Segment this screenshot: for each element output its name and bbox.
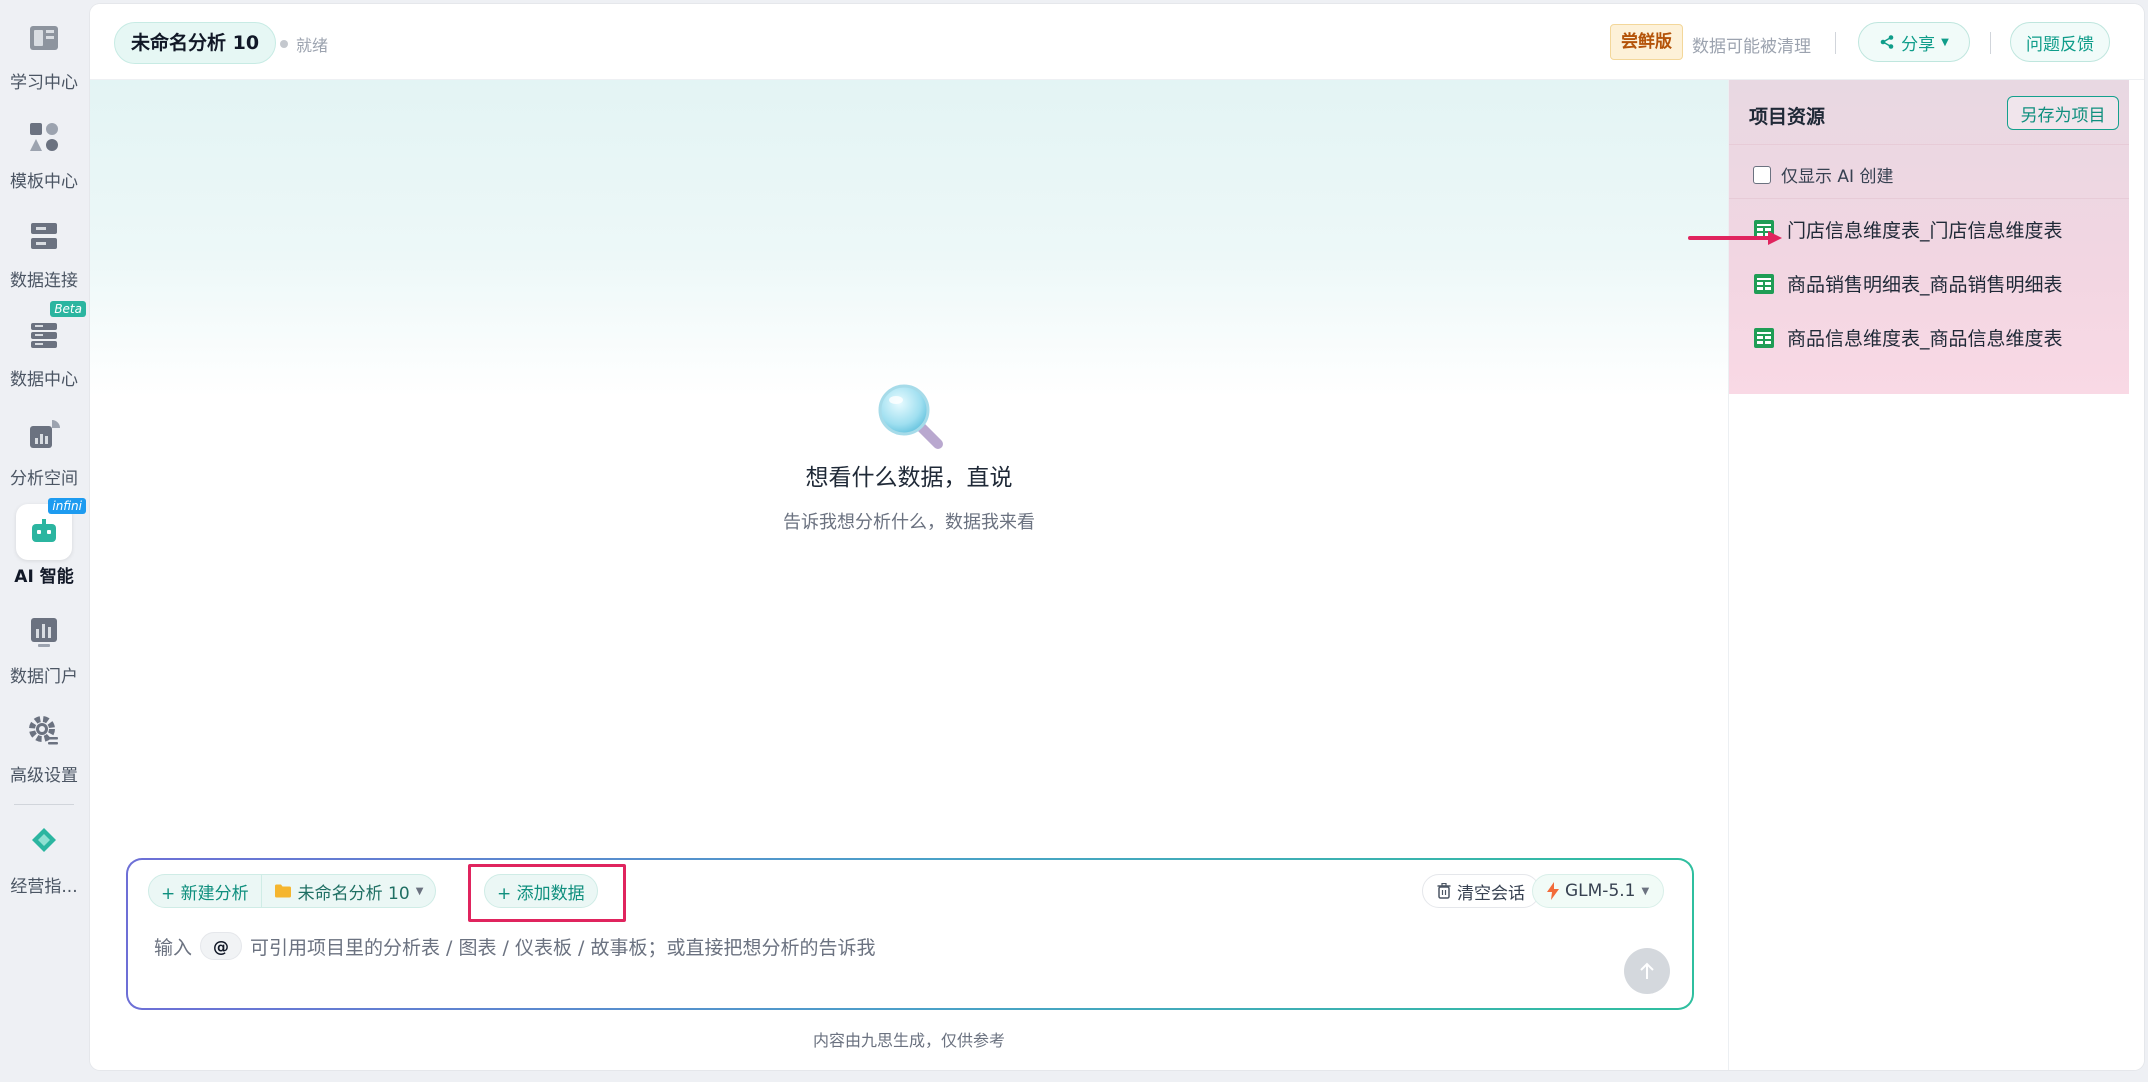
sidebar-item-advanced-settings[interactable]: 高级设置 <box>0 703 88 793</box>
top-bar: 未命名分析 10 就绪 尝鲜版 数据可能被清理 分享 ▼ 问题反馈 <box>90 4 2144 80</box>
infini-badge: infini <box>48 498 86 514</box>
spreadsheet-icon <box>1753 327 1775 349</box>
book-icon <box>16 10 72 66</box>
highlight-annotation-box <box>468 864 626 922</box>
prompt-prefix: 输入 <box>154 936 193 959</box>
chat-area: 想看什么数据，直说 告诉我想分析什么，数据我来看 + 新建分析 未命名分析 10… <box>90 80 1728 1070</box>
disclaimer-footnote: 内容由九思生成，仅供参考 <box>812 1031 1005 1050</box>
sidebar-item-template-center[interactable]: 模板中心 <box>0 109 88 199</box>
prompt-input[interactable]: 输入 @ 可引用项目里的分析表 / 图表 / 仪表板 / 故事板；或直接把想分析… <box>154 932 875 960</box>
share-button[interactable]: 分享 ▼ <box>1858 22 1970 62</box>
sidebar-item-label: 分析空间 <box>10 469 78 489</box>
project-name: 未命名分析 10 <box>297 883 410 904</box>
magnifier-icon <box>878 384 943 449</box>
resource-name: 门店信息维度表_门店信息维度表 <box>1787 220 2063 242</box>
left-sidebar: 学习中心 模板中心 数据连接 Beta 数据中心 分析空间 infini AI … <box>0 0 88 1082</box>
model-name: GLM-5.1 <box>1565 881 1636 901</box>
ai-only-filter[interactable]: 仅显示 AI 创建 <box>1753 162 1893 187</box>
main-window: 未命名分析 10 就绪 尝鲜版 数据可能被清理 分享 ▼ 问题反馈 想看什么数据… <box>90 4 2144 1070</box>
panel-divider <box>1729 144 2129 145</box>
diamond-logo-icon <box>16 814 72 870</box>
clear-chat-button[interactable]: 清空会话 <box>1422 874 1540 908</box>
sidebar-item-label: AI 智能 <box>14 567 74 587</box>
resource-item[interactable]: 商品销售明细表_商品销售明细表 <box>1753 270 2063 297</box>
resource-name: 商品销售明细表_商品销售明细表 <box>1787 274 2063 296</box>
folder-icon <box>274 884 291 898</box>
analysis-title[interactable]: 未命名分析 10 <box>114 22 277 64</box>
at-mention-badge: @ <box>200 932 243 960</box>
database-icon: Beta <box>16 301 86 363</box>
sidebar-item-analysis-space[interactable]: 分析空间 <box>0 406 88 496</box>
beta-badge: Beta <box>50 301 86 317</box>
bar-chart-icon <box>16 604 72 660</box>
trash-icon <box>1437 883 1451 899</box>
resource-item[interactable]: 门店信息维度表_门店信息维度表 <box>1753 216 2063 243</box>
composer-body: + 新建分析 未命名分析 10 ▼ + 添加数据 清空会话 GLM-5.1 ▼ … <box>128 860 1692 1008</box>
arrow-up-icon <box>1640 962 1654 979</box>
sidebar-item-label: 数据中心 <box>10 370 78 390</box>
panel-divider <box>1729 198 2129 199</box>
empty-state-title: 想看什么数据，直说 <box>805 465 1013 491</box>
share-label: 分享 <box>1901 34 1936 55</box>
sidebar-item-data-portal[interactable]: 数据门户 <box>0 604 88 694</box>
prompt-placeholder: 可引用项目里的分析表 / 图表 / 仪表板 / 故事板；或直接把想分析的告诉我 <box>250 936 876 959</box>
sidebar-item-label: 数据门户 <box>10 667 78 687</box>
spreadsheet-icon <box>1753 273 1775 295</box>
sidebar-item-label: 数据连接 <box>10 271 78 291</box>
send-button[interactable] <box>1624 948 1670 994</box>
header-divider <box>1990 32 1991 54</box>
lightning-icon <box>1547 882 1559 900</box>
feedback-button[interactable]: 问题反馈 <box>2010 22 2110 62</box>
sidebar-item-label: 模板中心 <box>10 172 78 192</box>
sidebar-item-label: 高级设置 <box>10 766 78 786</box>
clear-chat-label: 清空会话 <box>1457 883 1525 904</box>
project-resources-panel: 项目资源 另存为项目 仅显示 AI 创建 门店信息维度表_门店信息维度表 商品销… <box>1728 80 2144 1070</box>
sidebar-divider <box>14 804 74 805</box>
sidebar-item-learning-center[interactable]: 学习中心 <box>0 10 88 100</box>
save-as-project-button[interactable]: 另存为项目 <box>2007 96 2119 130</box>
filter-label: 仅显示 AI 创建 <box>1781 167 1894 187</box>
status-text: 就绪 <box>296 36 329 55</box>
status-indicator: 就绪 <box>280 32 328 56</box>
server-icon <box>16 208 72 264</box>
project-select[interactable]: 未命名分析 10 ▼ <box>260 875 436 907</box>
trial-badge: 尝鲜版 <box>1610 24 1683 60</box>
shapes-icon <box>16 109 72 165</box>
trial-note: 数据可能被清理 <box>1692 37 1811 57</box>
checkbox[interactable] <box>1753 165 1771 184</box>
gear-icon <box>16 703 72 759</box>
resources-section: 项目资源 另存为项目 仅显示 AI 创建 门店信息维度表_门店信息维度表 商品销… <box>1729 80 2129 394</box>
status-dot-icon <box>280 40 288 48</box>
analysis-chip-group: + 新建分析 未命名分析 10 ▼ <box>148 874 437 908</box>
empty-state-subtitle: 告诉我想分析什么，数据我来看 <box>783 512 1035 533</box>
resource-item[interactable]: 商品信息维度表_商品信息维度表 <box>1753 324 2063 351</box>
chat-composer: + 新建分析 未命名分析 10 ▼ + 添加数据 清空会话 GLM-5.1 ▼ … <box>126 858 1694 1010</box>
chart-pie-icon <box>16 406 72 462</box>
panel-title: 项目资源 <box>1749 106 1826 128</box>
robot-icon: infini <box>16 498 86 560</box>
chevron-down-icon: ▼ <box>1641 885 1650 897</box>
new-analysis-button[interactable]: + 新建分析 <box>149 875 261 907</box>
share-icon <box>1880 35 1894 49</box>
header-divider <box>1835 32 1836 54</box>
annotation-arrow-icon <box>1688 231 1782 245</box>
model-select[interactable]: GLM-5.1 ▼ <box>1532 874 1665 908</box>
chevron-down-icon: ▼ <box>415 885 424 897</box>
chevron-down-icon: ▼ <box>1941 36 1949 48</box>
sidebar-item-label: 经营指... <box>10 877 78 897</box>
sidebar-item-ai[interactable]: infini AI 智能 <box>0 498 88 594</box>
sidebar-item-data-connection[interactable]: 数据连接 <box>0 208 88 298</box>
sidebar-item-label: 学习中心 <box>10 73 78 93</box>
resource-name: 商品信息维度表_商品信息维度表 <box>1787 328 2063 350</box>
sidebar-item-business-metrics[interactable]: 经营指... <box>0 814 88 904</box>
sidebar-item-data-center[interactable]: Beta 数据中心 <box>0 301 88 397</box>
